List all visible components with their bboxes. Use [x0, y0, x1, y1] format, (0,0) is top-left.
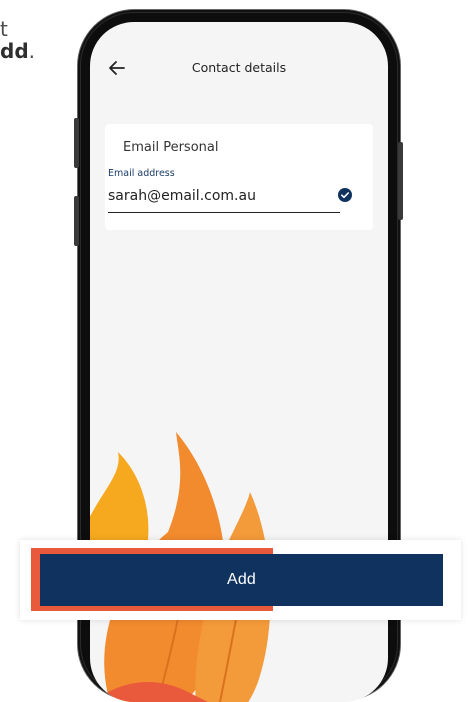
check-circle-icon: [338, 188, 352, 202]
instruction-text: t dd.: [0, 14, 35, 66]
add-button[interactable]: Add: [40, 554, 443, 606]
phone-volume-down-button: [74, 196, 79, 246]
card-title: Email Personal: [123, 140, 219, 155]
email-field[interactable]: sarah@email.com.au: [108, 188, 256, 204]
email-field-underline: [108, 212, 340, 213]
instruction-line-2: dd.: [0, 39, 35, 63]
instruction-line-2-tail: .: [28, 39, 35, 63]
phone-volume-up-button: [74, 118, 79, 168]
phone-power-button: [398, 142, 403, 220]
page-title: Contact details: [191, 60, 287, 75]
instruction-bold-word: dd: [0, 39, 29, 63]
instruction-line-1: t: [0, 17, 8, 36]
app-header: Contact details: [90, 22, 388, 112]
email-field-label: Email address: [108, 168, 175, 179]
bottom-action-bar: Add: [20, 540, 461, 620]
